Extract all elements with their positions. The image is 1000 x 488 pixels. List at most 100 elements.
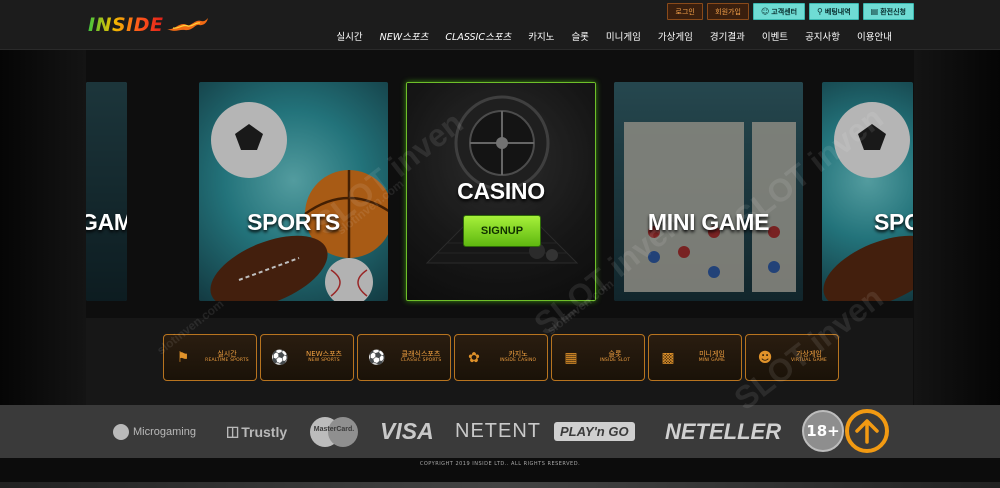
netent-logo: NETENT xyxy=(455,405,541,458)
scroll-to-top-button[interactable] xyxy=(845,409,889,453)
neteller-label: NETELLER xyxy=(665,418,782,444)
new-sports-icon: ⚽ xyxy=(271,349,289,366)
nav-item-live[interactable]: 실시간 xyxy=(336,29,362,43)
trustly-logo: ◫ Trustly xyxy=(226,405,287,458)
category-slot[interactable]: ▦ 슬롯 INSIDE SLOT xyxy=(551,334,645,381)
category-casino[interactable]: ✿ 카지노 INSIDE CASINO xyxy=(454,334,548,381)
carousel-left-shade xyxy=(0,50,86,405)
card-label: CASINO xyxy=(457,178,545,204)
netent-label: NETENT xyxy=(455,420,541,442)
carousel-card-sports-partial[interactable]: SPO xyxy=(822,82,913,301)
category-virtual-game[interactable]: ☻ 가상게임 VIRTUAL GAME xyxy=(745,334,839,381)
category-panel: ⚑ 실시간 REALTIME SPORTS ⚽ NEW스포츠 NEW SPORTS … xyxy=(86,318,913,405)
visa-label: VISA xyxy=(380,418,434,444)
mastercard-circles-icon: MasterCard. xyxy=(310,416,358,447)
mastercard-label: MasterCard. xyxy=(313,425,355,433)
microgaming-label: Microgaming xyxy=(133,425,196,438)
card-dim xyxy=(822,82,913,301)
carousel-card-mini-game[interactable]: MINI GAME xyxy=(614,82,803,301)
login-button[interactable]: 로그인 xyxy=(667,3,704,20)
virtual-game-icon: ☻ xyxy=(757,349,773,366)
casino-chip-icon: ✿ xyxy=(468,349,480,366)
customer-center-label: 고객센터 xyxy=(771,7,798,16)
withdraw-button[interactable]: ▤ 환전신청 xyxy=(862,3,914,20)
category-mini-game[interactable]: ▩ 미니게임 MINI GAME xyxy=(648,334,742,381)
age-18-badge: 18+ xyxy=(802,410,844,452)
card-label: MINI GAME xyxy=(647,209,770,235)
arrow-up-icon xyxy=(855,419,879,444)
signup-top-label: 회원가입 xyxy=(715,7,741,16)
lock-icon: ◫ xyxy=(226,423,240,439)
top-buttons: 로그인 회원가입 ☺ 고객센터 ⚲ 베팅내역 ▤ 환전신청 xyxy=(667,3,914,20)
login-label: 로그인 xyxy=(675,7,695,16)
main-nav: 실시간 NEW스포츠 CLASSIC스포츠 카지노 슬롯 미니게임 가상게임 경… xyxy=(336,29,892,43)
category-text: NEW스포츠 NEW SPORTS xyxy=(295,350,353,364)
flame-logo-icon xyxy=(167,18,209,31)
card-dim xyxy=(199,82,388,301)
category-text: 클래식스포츠 CLASSIC SPORTS xyxy=(392,350,450,364)
nav-item-casino[interactable]: 카지노 xyxy=(528,29,554,43)
nav-item-virtual-game[interactable]: 가상게임 xyxy=(658,29,693,43)
casino-signup-button[interactable]: SIGNUP xyxy=(463,215,541,247)
carousel-card-game-partial[interactable]: GAME xyxy=(86,82,127,301)
soccer-ball-icon: ⚽ xyxy=(368,349,386,366)
document-icon: ▤ xyxy=(870,7,879,16)
playngo-label: PLAY'n GO xyxy=(554,422,635,441)
category-text: 실시간 REALTIME SPORTS xyxy=(198,350,256,364)
nav-item-mini-game[interactable]: 미니게임 xyxy=(606,29,641,43)
category-en: CLASSIC SPORTS xyxy=(400,357,442,363)
category-en: INSIDE CASINO xyxy=(499,357,537,363)
nav-item-results[interactable]: 경기결과 xyxy=(710,29,745,43)
neteller-logo: NETELLER xyxy=(665,405,781,458)
visa-logo: VISA xyxy=(380,405,434,458)
category-en: VIRTUAL GAME xyxy=(791,357,827,363)
card-dim xyxy=(86,82,127,301)
carousel-card-sports[interactable]: SPORTS xyxy=(199,82,388,301)
category-text: 미니게임 MINI GAME xyxy=(683,350,741,364)
carousel-card-casino[interactable]: CASINO SIGNUP xyxy=(406,82,596,301)
category-text: 가상게임 VIRTUAL GAME xyxy=(780,350,838,364)
microgaming-logo: Microgaming xyxy=(113,405,196,458)
nav-item-new-sports[interactable]: NEW스포츠 xyxy=(380,29,429,43)
carousel-right-shade xyxy=(914,50,1000,405)
nav-item-classic-sports[interactable]: CLASSIC스포츠 xyxy=(445,29,511,43)
microgaming-mark-icon xyxy=(113,423,129,440)
category-text: 슬롯 INSIDE SLOT xyxy=(586,350,644,364)
category-buttons: ⚑ 실시간 REALTIME SPORTS ⚽ NEW스포츠 NEW SPORTS … xyxy=(163,334,839,381)
category-en: REALTIME SPORTS xyxy=(205,357,249,363)
card-label: SPORTS xyxy=(247,209,340,235)
copyright-text: COPYRIGHT 2019 INSIDE LTD.. ALL RIGHTS R… xyxy=(419,461,581,467)
playngo-logo: PLAY'n GO xyxy=(554,405,635,458)
card-label: GAME xyxy=(86,209,127,235)
category-new-sports[interactable]: ⚽ NEW스포츠 NEW SPORTS xyxy=(260,334,354,381)
card-label: SPO xyxy=(874,209,913,235)
card-dim xyxy=(614,82,803,301)
nav-item-notice[interactable]: 공지사항 xyxy=(805,29,840,43)
nav-item-guide[interactable]: 이용안내 xyxy=(857,29,892,43)
category-live[interactable]: ⚑ 실시간 REALTIME SPORTS xyxy=(163,334,257,381)
live-sports-icon: ⚑ xyxy=(176,349,190,366)
page: INSIDE 로그인 회원가입 ☺ 고객센터 ⚲ 베팅내역 ▤ 환전신청 실시간 NE… xyxy=(0,0,1000,488)
partner-logos: Microgaming ◫ Trustly MasterCard. VISA N… xyxy=(0,405,1000,458)
category-en: INSIDE SLOT xyxy=(599,357,631,363)
mini-game-icon: ▩ xyxy=(661,349,675,366)
nav-item-events[interactable]: 이벤트 xyxy=(762,29,788,43)
logo[interactable]: INSIDE xyxy=(88,12,209,38)
category-en: MINI GAME xyxy=(698,357,726,363)
slot-machine-icon: ▦ xyxy=(564,349,578,366)
signup-top-button[interactable]: 회원가입 xyxy=(707,3,749,20)
category-classic-sports[interactable]: ⚽ 클래식스포츠 CLASSIC SPORTS xyxy=(357,334,451,381)
logo-text: INSIDE xyxy=(88,14,164,36)
bet-history-button[interactable]: ⚲ 베팅내역 xyxy=(809,3,859,20)
person-icon: ☺ xyxy=(760,7,770,16)
category-text: 카지노 INSIDE CASINO xyxy=(489,350,547,364)
trustly-label: Trustly xyxy=(241,423,288,440)
nav-item-slot[interactable]: 슬롯 xyxy=(571,29,588,43)
category-en: NEW SPORTS xyxy=(308,357,340,363)
customer-center-button[interactable]: ☺ 고객센터 xyxy=(752,3,806,20)
bet-history-label: 베팅내역 xyxy=(824,7,851,16)
header: INSIDE 로그인 회원가입 ☺ 고객센터 ⚲ 베팅내역 ▤ 환전신청 실시간 NE… xyxy=(0,0,1000,50)
bottom-bar xyxy=(0,482,1000,488)
search-icon: ⚲ xyxy=(817,7,823,16)
withdraw-label: 환전신청 xyxy=(880,7,906,16)
